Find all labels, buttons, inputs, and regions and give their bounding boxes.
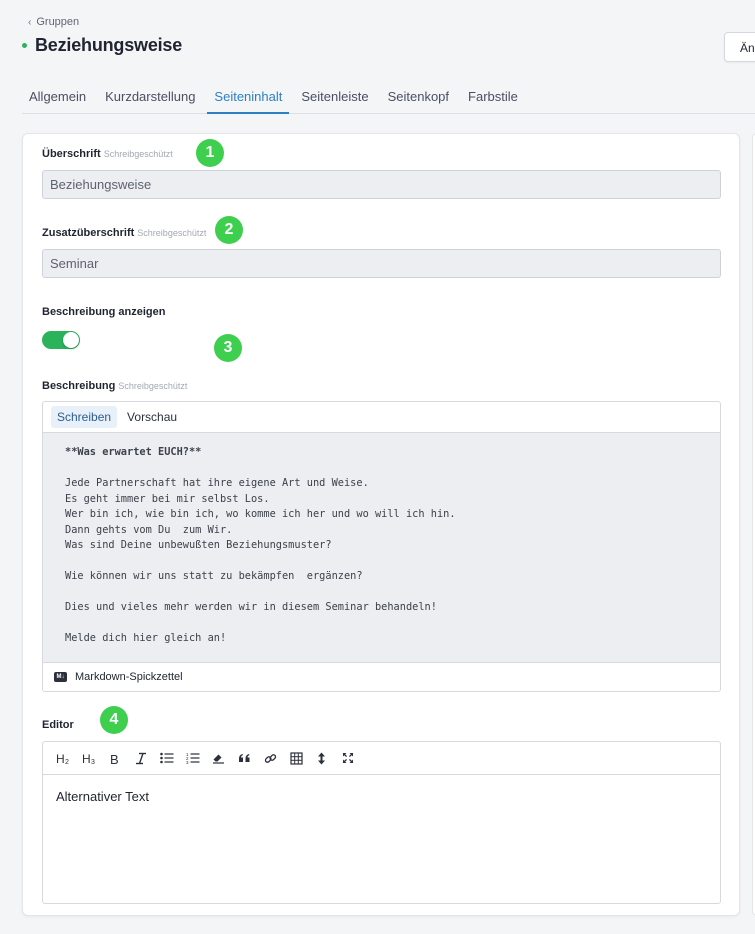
back-link-gruppen[interactable]: ‹ Gruppen — [28, 16, 79, 28]
ordered-list-icon[interactable]: 123 — [180, 747, 206, 769]
tab-bar: Allgemein Kurzdarstellung Seiteninhalt S… — [22, 82, 755, 114]
rich-text-editor: H2H3B123 Alternativer Text — [42, 741, 721, 904]
markdown-editor: Schreiben Vorschau **Was erwartet EUCH?*… — [42, 401, 721, 692]
markdown-icon: M↓ — [54, 672, 67, 682]
readonly-hint: Schreibgeschützt — [103, 149, 173, 159]
svg-text:3: 3 — [91, 759, 95, 765]
subheading-label-text: Zusatzüberschrift — [42, 227, 135, 239]
back-link-label: Gruppen — [36, 16, 80, 28]
tab-seitenkopf[interactable]: Seitenkopf — [381, 82, 456, 114]
show-description-label: Beschreibung anzeigen — [42, 306, 166, 318]
description-line: **Was erwartet EUCH?** — [65, 446, 202, 458]
tab-allgemein[interactable]: Allgemein — [22, 82, 93, 114]
quote-icon[interactable] — [232, 747, 258, 769]
chevron-left-icon: ‹ — [28, 16, 32, 28]
markdown-cheatsheet-label: Markdown-Spickzettel — [75, 671, 183, 683]
heading-2-icon[interactable]: H2 — [51, 747, 77, 769]
description-line: Wie können wir uns statt zu bekämpfen er… — [65, 570, 363, 582]
readonly-hint: Schreibgeschützt — [137, 228, 207, 238]
description-line — [65, 554, 698, 570]
tab-farbstile[interactable]: Farbstile — [461, 82, 525, 114]
bullet-list-icon[interactable] — [154, 747, 180, 769]
italic-icon[interactable] — [128, 747, 154, 769]
bold-icon[interactable]: B — [103, 747, 129, 769]
annotation-badge-2: 2 — [215, 216, 243, 244]
markdown-cheatsheet-link[interactable]: M↓ Markdown-Spickzettel — [43, 662, 720, 691]
tab-seiteninhalt[interactable]: Seiteninhalt — [207, 82, 290, 114]
tab-vorschau[interactable]: Vorschau — [121, 406, 183, 428]
description-line — [65, 461, 698, 477]
description-line: Was sind Deine unbewußten Beziehungsmust… — [65, 539, 332, 551]
description-line — [65, 585, 698, 601]
clear-format-icon[interactable] — [206, 747, 232, 769]
readonly-hint: Schreibgeschützt — [118, 381, 188, 391]
heading-3-icon[interactable]: H3 — [77, 747, 103, 769]
description-line: Dies und vieles mehr werden wir in diese… — [65, 601, 437, 613]
page-header: Beziehungsweise — [22, 35, 182, 56]
description-label: Beschreibung Schreibgeschützt — [42, 380, 187, 392]
annotation-badge-1: 1 — [196, 139, 224, 167]
heading-field[interactable]: Beziehungsweise — [42, 170, 721, 199]
editor-label: Editor — [42, 719, 74, 731]
fullscreen-icon[interactable] — [335, 747, 361, 769]
heading-label-text: Überschrift — [42, 148, 101, 160]
svg-text:H: H — [82, 752, 91, 765]
editor-content[interactable]: Alternativer Text — [43, 775, 720, 818]
status-dot-icon — [22, 43, 27, 48]
tab-schreiben[interactable]: Schreiben — [51, 406, 118, 428]
show-description-toggle[interactable] — [42, 331, 80, 349]
svg-text:B: B — [110, 752, 119, 765]
svg-text:2: 2 — [65, 759, 69, 765]
toggle-knob — [63, 332, 79, 348]
svg-text:3: 3 — [186, 760, 189, 764]
page-title: Beziehungsweise — [35, 35, 183, 55]
annotation-badge-3: 3 — [214, 334, 242, 362]
editor-toolbar: H2H3B123 — [43, 742, 720, 775]
subheading-field[interactable]: Seminar — [42, 249, 721, 278]
description-label-text: Beschreibung — [42, 380, 116, 392]
annotation-badge-4: 4 — [100, 706, 128, 734]
tab-seitenleiste[interactable]: Seitenleiste — [294, 82, 375, 114]
description-line: Dann gehts vom Du zum Wir. — [65, 523, 233, 536]
line-height-icon[interactable] — [309, 747, 335, 769]
table-icon[interactable] — [283, 747, 309, 769]
markdown-tabs: Schreiben Vorschau — [43, 402, 720, 433]
tab-kurzdarstellung[interactable]: Kurzdarstellung — [98, 82, 202, 114]
svg-text:H: H — [56, 752, 65, 765]
link-icon[interactable] — [257, 747, 283, 769]
description-line: Jede Partnerschaft hat ihre eigene Art u… — [65, 477, 369, 489]
description-textarea[interactable]: **Was erwartet EUCH?** Jede Partnerschaf… — [43, 433, 720, 662]
description-line: Wer bin ich, wie bin ich, wo komme ich h… — [65, 508, 456, 520]
subheading-label: Zusatzüberschrift Schreibgeschützt — [42, 227, 206, 239]
description-line — [65, 616, 698, 632]
heading-label: Überschrift Schreibgeschützt — [42, 148, 173, 160]
description-line: Melde dich hier gleich an! — [65, 632, 227, 644]
edit-button[interactable]: Ändern — [724, 32, 755, 62]
description-line: Es geht immer bei mir selbst Los. — [65, 492, 270, 505]
